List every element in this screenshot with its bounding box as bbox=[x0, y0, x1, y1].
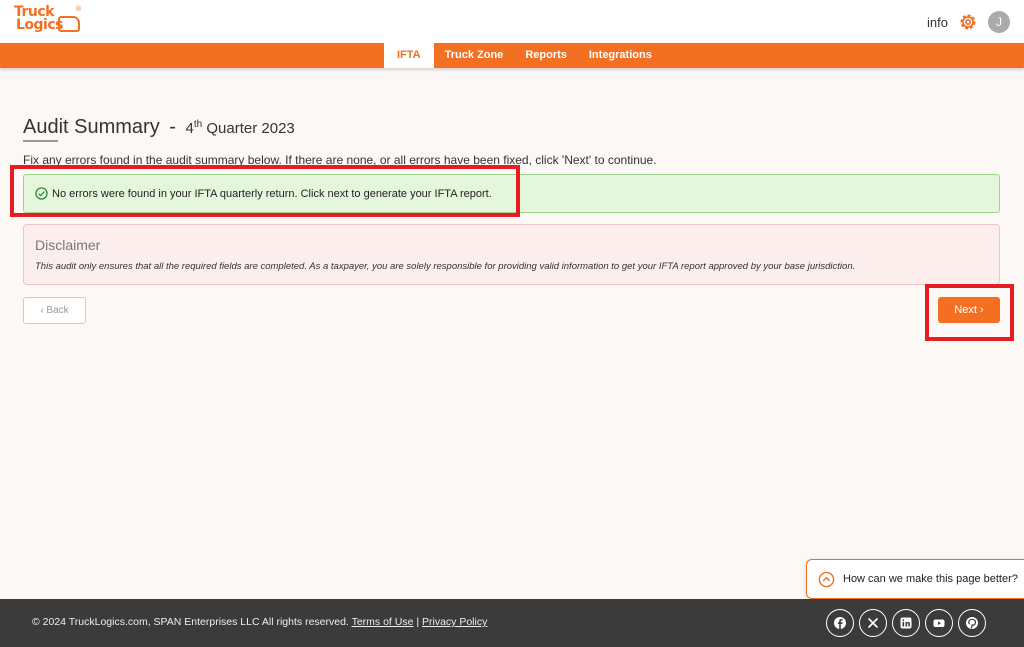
feedback-widget[interactable]: How can we make this page better? bbox=[806, 559, 1024, 599]
quarter-label: 4th Quarter 2023 bbox=[185, 119, 295, 137]
disclaimer-box: Disclaimer This audit only ensures that … bbox=[23, 224, 1000, 285]
user-avatar[interactable]: J bbox=[988, 11, 1010, 33]
quarter-year: Quarter 2023 bbox=[202, 120, 295, 137]
copyright-label: © 2024 TruckLogics.com, SPAN Enterprises… bbox=[32, 616, 352, 628]
disclaimer-title: Disclaimer bbox=[35, 237, 101, 253]
back-button[interactable]: ‹ Back bbox=[23, 297, 86, 324]
terms-of-use-link[interactable]: Terms of Use bbox=[352, 616, 414, 628]
pinterest-icon[interactable] bbox=[958, 609, 986, 637]
facebook-icon[interactable] bbox=[826, 609, 854, 637]
trucklogics-logo[interactable]: Truck Logics ® bbox=[14, 5, 84, 38]
title-dash: - bbox=[169, 116, 176, 138]
check-circle-icon bbox=[35, 187, 48, 200]
copyright-text: © 2024 TruckLogics.com, SPAN Enterprises… bbox=[32, 616, 487, 628]
info-link[interactable]: info bbox=[927, 15, 948, 30]
page-title: Audit Summary - 4th Quarter 2023 bbox=[23, 116, 295, 139]
next-button[interactable]: Next › bbox=[938, 297, 1000, 323]
success-alert: No errors were found in your IFTA quarte… bbox=[23, 174, 1000, 213]
page-title-text: Audit Summary bbox=[23, 116, 160, 138]
quarter-ordinal: th bbox=[193, 119, 203, 130]
main-nav: IFTA Truck Zone Reports Integrations bbox=[384, 43, 663, 68]
nav-tab-integrations[interactable]: Integrations bbox=[578, 43, 663, 68]
x-icon[interactable] bbox=[859, 609, 887, 637]
success-message: No errors were found in your IFTA quarte… bbox=[52, 188, 492, 200]
instructions-text: Fix any errors found in the audit summar… bbox=[23, 153, 657, 167]
nav-tab-ifta[interactable]: IFTA bbox=[384, 43, 434, 68]
top-header: Truck Logics ® info J bbox=[0, 0, 1024, 43]
feedback-label: How can we make this page better? bbox=[843, 573, 1018, 585]
linkedin-icon[interactable] bbox=[892, 609, 920, 637]
title-underline bbox=[23, 140, 58, 142]
disclaimer-text: This audit only ensures that all the req… bbox=[35, 261, 856, 272]
social-links bbox=[826, 609, 986, 637]
nav-tab-reports[interactable]: Reports bbox=[514, 43, 578, 68]
nav-tab-truck-zone[interactable]: Truck Zone bbox=[434, 43, 515, 68]
logo-line-2: Logics bbox=[16, 17, 64, 33]
registered-mark: ® bbox=[76, 6, 82, 13]
gear-icon[interactable] bbox=[958, 12, 978, 32]
quarter-number: 4 bbox=[185, 120, 194, 137]
chevron-up-circle-icon bbox=[818, 571, 835, 588]
truck-icon bbox=[58, 16, 80, 32]
page-footer: © 2024 TruckLogics.com, SPAN Enterprises… bbox=[0, 599, 1024, 647]
privacy-policy-link[interactable]: Privacy Policy bbox=[422, 616, 487, 628]
main-nav-bar: IFTA Truck Zone Reports Integrations bbox=[0, 43, 1024, 68]
youtube-icon[interactable] bbox=[925, 609, 953, 637]
footer-separator: | bbox=[413, 616, 422, 628]
